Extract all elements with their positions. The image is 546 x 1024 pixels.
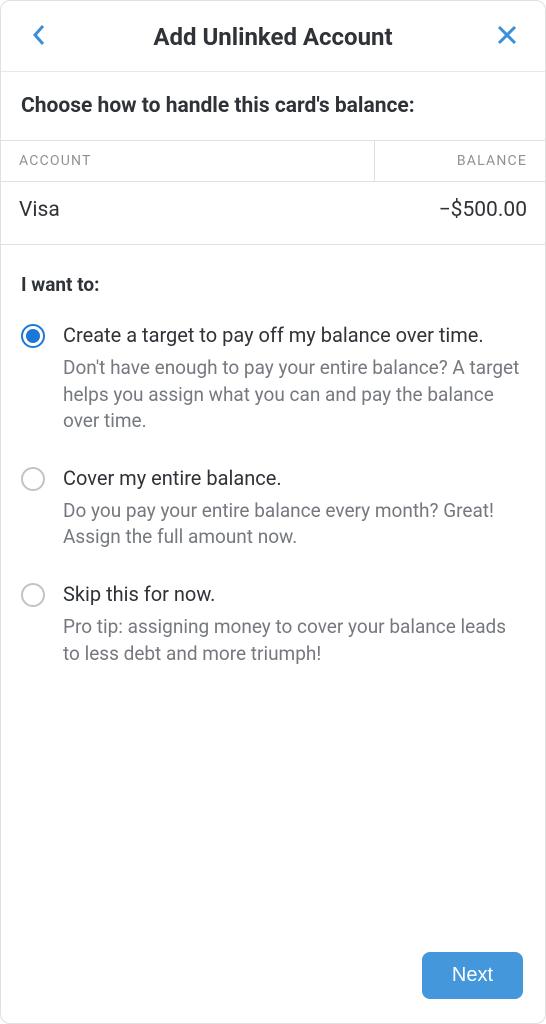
table-header: ACCOUNT BALANCE	[1, 141, 545, 182]
balance-table: ACCOUNT BALANCE Visa −$500.00	[1, 140, 545, 245]
intro-text: Choose how to handle this card's balance…	[1, 72, 545, 140]
option-description: Pro tip: assigning money to cover your b…	[63, 614, 525, 667]
options-group: Create a target to pay off my balance ov…	[1, 312, 545, 687]
header: Add Unlinked Account	[1, 1, 545, 72]
footer: Next	[1, 934, 545, 1023]
option-title: Create a target to pay off my balance ov…	[63, 322, 525, 349]
close-icon	[496, 24, 518, 50]
column-balance: BALANCE	[375, 141, 545, 181]
option-description: Don't have enough to pay your entire bal…	[63, 355, 525, 435]
option-body: Cover my entire balance. Do you pay your…	[63, 465, 525, 551]
next-button[interactable]: Next	[422, 952, 523, 999]
radio-button[interactable]	[21, 324, 45, 348]
option-description: Do you pay your entire balance every mon…	[63, 498, 525, 551]
option-body: Skip this for now. Pro tip: assigning mo…	[63, 581, 525, 667]
account-name: Visa	[19, 198, 357, 222]
option-cover-balance[interactable]: Cover my entire balance. Do you pay your…	[21, 455, 525, 571]
content: Choose how to handle this card's balance…	[1, 72, 545, 934]
option-title: Cover my entire balance.	[63, 465, 525, 492]
option-create-target[interactable]: Create a target to pay off my balance ov…	[21, 312, 525, 455]
account-balance: −$500.00	[357, 198, 527, 222]
page-title: Add Unlinked Account	[53, 23, 493, 51]
column-account: ACCOUNT	[1, 141, 375, 181]
section-label: I want to:	[1, 245, 545, 312]
option-title: Skip this for now.	[63, 581, 525, 608]
option-skip[interactable]: Skip this for now. Pro tip: assigning mo…	[21, 571, 525, 687]
radio-button[interactable]	[21, 583, 45, 607]
chevron-left-icon	[31, 23, 47, 51]
table-row: Visa −$500.00	[1, 182, 545, 244]
close-button[interactable]	[493, 23, 521, 51]
option-body: Create a target to pay off my balance ov…	[63, 322, 525, 435]
back-button[interactable]	[25, 23, 53, 51]
radio-button[interactable]	[21, 467, 45, 491]
